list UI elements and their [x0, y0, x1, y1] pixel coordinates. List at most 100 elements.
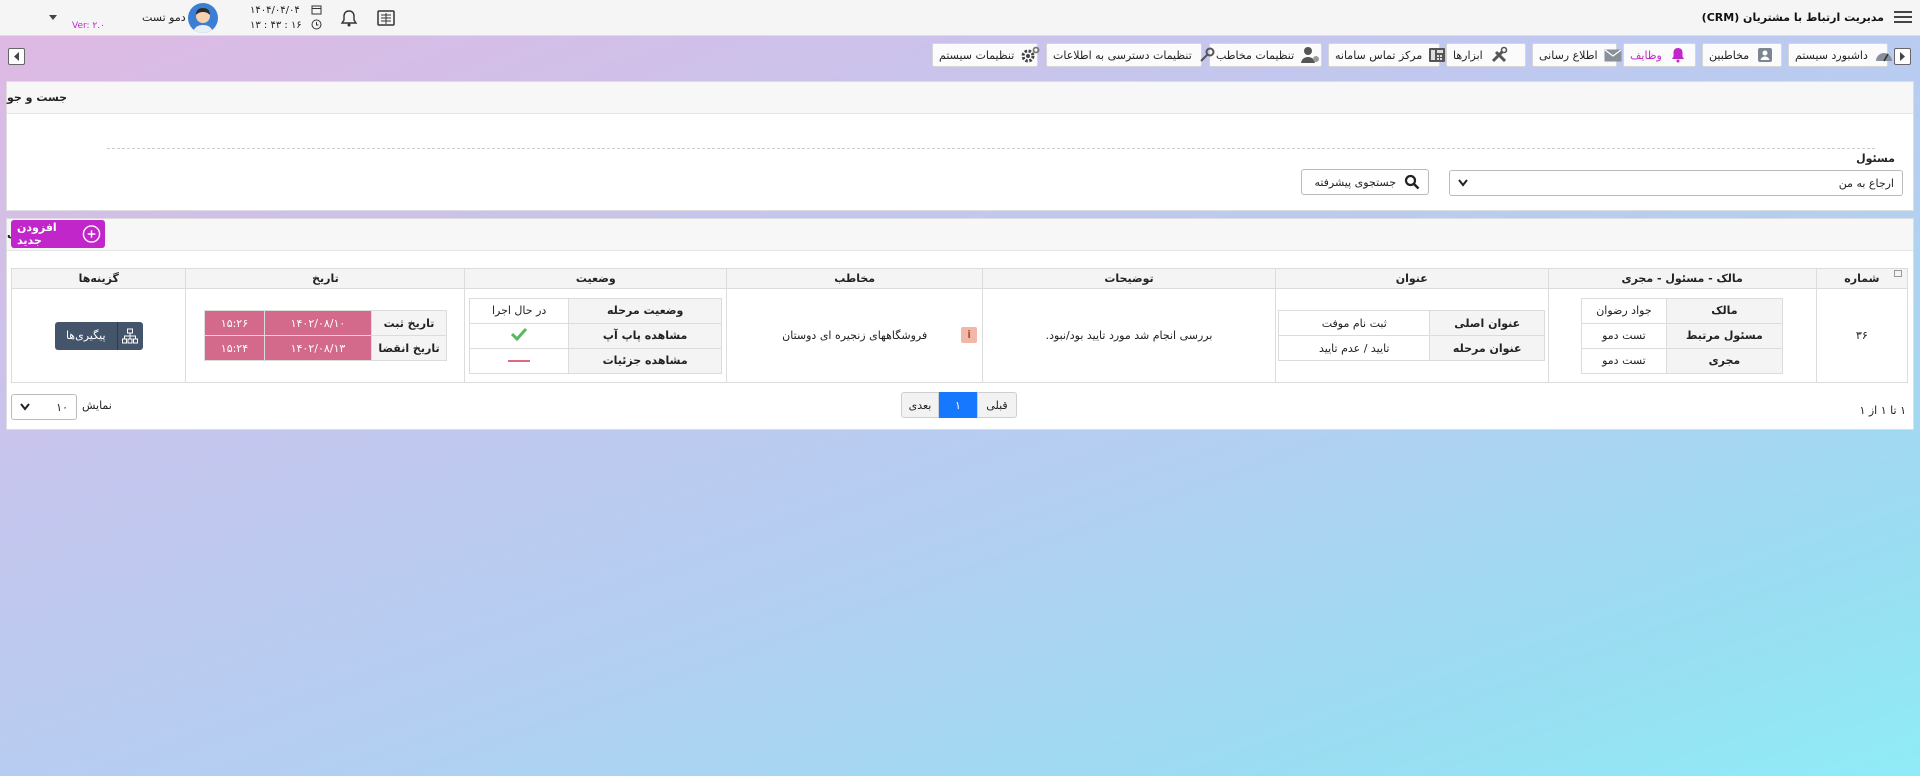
- nav-item-contact-settings[interactable]: تنظیمات مخاطب: [1209, 43, 1322, 67]
- main-title-value: ثبت نام موفت: [1278, 310, 1431, 336]
- add-new-label: افزودن جدید: [17, 221, 57, 247]
- pagination-summary: ۱ تا ۱ از ۱: [1859, 404, 1906, 417]
- nav-label: داشبورد سیستم: [1795, 48, 1868, 62]
- responsible-label: مسئول مرتبط: [1665, 322, 1784, 349]
- status-cell: وضعیت مرحله در حال اجرا مشاهده پاپ آپ مشا…: [464, 288, 728, 383]
- bell-icon: [1668, 46, 1688, 64]
- chevron-down-icon: [1458, 179, 1468, 187]
- add-new-button[interactable]: افزودن جدید: [11, 220, 105, 248]
- nav-item-tasks[interactable]: وظایف: [1623, 43, 1696, 67]
- column-header[interactable]: مالک - مسئول - مجری: [1547, 268, 1817, 289]
- column-header[interactable]: تاریخ: [185, 268, 466, 289]
- tasks-table: شماره مالک - مسئول - مجری عنوان توضیحات …: [10, 268, 1909, 383]
- registered-date-value: ۱۴۰۲/۰۸/۱۰: [263, 310, 372, 336]
- contact-card-icon: [1755, 46, 1775, 64]
- version-label: Ver: ۲.۰: [72, 21, 105, 31]
- calendar-icon: [311, 4, 323, 16]
- column-header[interactable]: توضیحات: [982, 268, 1276, 289]
- avatar[interactable]: [188, 3, 218, 33]
- details-view-toggle[interactable]: [469, 347, 569, 374]
- advanced-search-button[interactable]: جستجوی پیشرفته: [1301, 169, 1429, 195]
- nav-scroll-left-button[interactable]: [8, 48, 25, 65]
- nav-item-tools[interactable]: ابزارها: [1446, 43, 1526, 67]
- nav-label: ابزارها: [1453, 48, 1483, 62]
- newspaper-icon[interactable]: [375, 7, 397, 29]
- search-icon: [1404, 174, 1420, 190]
- top-bar: مدیریت ارتباط با مشتریان (CRM) ۱۴۰۴/۰۴/۰…: [0, 0, 1920, 36]
- popup-view-label: مشاهده پاپ آپ: [567, 322, 723, 349]
- chevron-down-icon: [20, 403, 30, 411]
- user-gear-icon: [1300, 46, 1320, 64]
- executor-value: تست دمو: [1581, 347, 1667, 374]
- owner-label: مالک: [1665, 297, 1784, 324]
- username: دمو تست: [142, 11, 186, 24]
- details-view-label: مشاهده جزئیات: [567, 347, 723, 374]
- nav-label: مخاطبین: [1709, 48, 1750, 62]
- page-size-select[interactable]: ۱۰: [11, 394, 77, 420]
- menu-icon[interactable]: [1892, 8, 1914, 28]
- nav-item-call-center[interactable]: مرکز تماس سامانه: [1328, 43, 1446, 67]
- nav-item-contacts[interactable]: مخاطبین: [1702, 43, 1782, 67]
- envelope-icon: [1604, 46, 1622, 64]
- expiry-date-label: تاریخ انقضا: [370, 335, 447, 361]
- stage-title-label: عنوان مرحله: [1429, 335, 1546, 361]
- title-cell: عنوان اصلی ثبت نام موفت عنوان مرحله تایید …: [1274, 288, 1549, 383]
- sitemap-icon: [116, 321, 143, 350]
- search-panel: جست و جو مسئول ارجاع به من جستجوی پیشرفت…: [6, 81, 1914, 211]
- gears-icon: [1020, 46, 1040, 64]
- nav-scroll-right-button[interactable]: [1894, 48, 1911, 65]
- contact-name: فروشگاههای زنجیره ای دوستان: [782, 329, 928, 342]
- column-toggle-icon[interactable]: [1894, 270, 1902, 277]
- main-nav: داشبورد سیستم مخاطبین وظایف اطلاع رسانی …: [0, 40, 1920, 72]
- speedometer-icon: [1874, 46, 1894, 64]
- chevron-down-icon[interactable]: [49, 15, 57, 20]
- column-header[interactable]: مخاطب: [726, 268, 984, 289]
- checkmark-icon: [511, 327, 528, 342]
- owner-select-value: ارجاع به من: [1838, 176, 1894, 190]
- responsible-value: تست دمو: [1581, 322, 1667, 349]
- popup-view-toggle[interactable]: [469, 322, 569, 349]
- column-header[interactable]: گزینه‌ها: [10, 268, 187, 289]
- owner-select[interactable]: ارجاع به من: [1449, 170, 1903, 196]
- nav-label: مرکز تماس سامانه: [1335, 48, 1423, 62]
- followups-button[interactable]: پیگیری‌ها: [54, 321, 143, 350]
- followups-label: پیگیری‌ها: [65, 329, 106, 342]
- next-page-button[interactable]: بعدی: [901, 392, 939, 418]
- prev-page-button[interactable]: قبلی: [977, 392, 1017, 418]
- tasks-panel-title: لیست وظایف: [7, 219, 1913, 251]
- search-panel-title: جست و جو: [7, 82, 1913, 114]
- current-time: ۱۳ : ۴۳ : ۱۶: [250, 20, 302, 31]
- nav-item-system-settings[interactable]: تنظیمات سیستم: [932, 43, 1040, 67]
- divider: [107, 148, 1875, 149]
- owner-field-label: مسئول: [1856, 152, 1895, 165]
- nav-item-access-settings[interactable]: تنظیمات دسترسی به اطلاعات: [1046, 43, 1215, 67]
- page-size-value: ۱۰: [56, 400, 68, 414]
- advanced-search-label: جستجوی پیشرفته: [1314, 175, 1396, 189]
- registered-date-label: تاریخ ثبت: [370, 310, 447, 336]
- key-gear-icon: [1198, 46, 1216, 64]
- task-description: بررسی انجام شد مورد تایید بود/نبود.: [982, 288, 1276, 383]
- options-cell: پیگیری‌ها: [10, 288, 187, 383]
- dash-icon: [508, 360, 531, 362]
- owner-value: جواد رضوان: [1581, 297, 1667, 324]
- app-title: مدیریت ارتباط با مشتریان (CRM): [1701, 11, 1884, 24]
- table-row: ۳۶ مالک جواد رضوان مسئول مرتبط تست دمو مجر…: [10, 288, 1909, 383]
- main-title-label: عنوان اصلی: [1429, 310, 1546, 336]
- nav-label: تنظیمات مخاطب: [1216, 48, 1295, 62]
- nav-item-notifications[interactable]: اطلاع رسانی: [1532, 43, 1622, 67]
- page-1-button[interactable]: ۱: [939, 392, 977, 418]
- phone-icon: [1428, 46, 1446, 64]
- stage-status-value: در حال اجرا: [469, 297, 569, 324]
- nav-item-dashboard[interactable]: داشبورد سیستم: [1788, 43, 1892, 67]
- bell-icon[interactable]: [338, 7, 360, 29]
- column-header[interactable]: وضعیت: [464, 268, 728, 289]
- nav-label: اطلاع رسانی: [1539, 48, 1598, 62]
- registered-time-value: ۱۵:۲۶: [203, 310, 265, 336]
- table-header-row: شماره مالک - مسئول - مجری عنوان توضیحات …: [10, 268, 1909, 289]
- column-header[interactable]: عنوان: [1274, 268, 1549, 289]
- tools-icon: [1489, 46, 1509, 64]
- date-cell: تاریخ ثبت ۱۴۰۲/۰۸/۱۰ ۱۵:۲۶ تاریخ انقضا ۱۴۰۲…: [185, 288, 466, 383]
- info-icon[interactable]: i: [961, 327, 978, 343]
- task-number: ۳۶: [1815, 288, 1909, 383]
- stage-title-value: تایید / عدم تایید: [1278, 335, 1431, 361]
